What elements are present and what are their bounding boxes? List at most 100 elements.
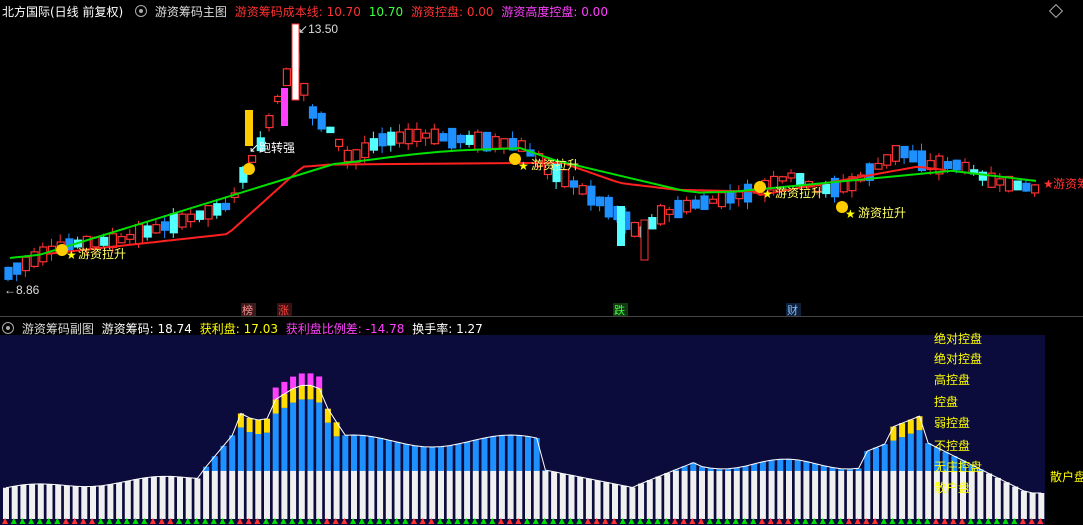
candlestick[interactable] (361, 135, 370, 163)
chips-bar (377, 438, 384, 519)
candlestick-highlight[interactable] (245, 23, 649, 261)
candlestick[interactable] (404, 123, 413, 150)
event-tag-die[interactable]: 跌 (613, 303, 628, 316)
candlestick[interactable] (900, 145, 909, 164)
signal-strong-label: 跑转强 (259, 140, 295, 155)
candlestick[interactable] (909, 144, 918, 163)
candlestick[interactable] (682, 196, 692, 215)
candlestick[interactable] (656, 203, 666, 226)
candlestick[interactable] (500, 138, 509, 154)
candlestick[interactable] (4, 266, 13, 282)
gear-icon[interactable] (135, 5, 148, 17)
candlestick[interactable] (465, 130, 474, 148)
candlestick[interactable] (352, 148, 361, 170)
candlestick[interactable] (674, 196, 683, 219)
candlestick[interactable] (709, 195, 718, 204)
candlestick[interactable] (1013, 180, 1022, 191)
candlestick[interactable] (787, 169, 796, 183)
candlestick[interactable] (204, 204, 213, 227)
candlestick[interactable] (1030, 184, 1040, 197)
candlestick[interactable] (883, 154, 892, 169)
candlestick[interactable] (152, 218, 161, 234)
candlestick[interactable] (378, 127, 387, 154)
candlestick[interactable] (578, 183, 587, 196)
candlestick[interactable] (161, 215, 170, 238)
signal-arrow-icon: ▲ (837, 516, 844, 525)
candlestick[interactable] (700, 192, 709, 211)
candlestick[interactable] (317, 111, 326, 132)
candlestick[interactable] (830, 175, 840, 203)
candlestick[interactable] (569, 176, 579, 195)
level-no-main: 无庄控盘 (934, 459, 982, 474)
candlestick[interactable] (978, 170, 988, 186)
candlestick[interactable] (117, 232, 126, 244)
candlestick[interactable] (395, 124, 405, 148)
svg-text:跌: 跌 (614, 303, 625, 316)
candlestick[interactable] (248, 154, 257, 163)
candlestick[interactable] (648, 214, 657, 230)
candlestick[interactable] (726, 184, 735, 210)
candlestick[interactable] (430, 123, 439, 146)
candlestick[interactable] (308, 104, 318, 126)
sub-chart-panel[interactable]: ▲ ▲ ▲ ▲ ▲ ▲ ▲ ▲ ▲ ▲ ▲ ▲ ▲ ▲ ▲ ▲ ▲ ▲ ▲ ▲ ▲ ▲ ▲ ▲ ▲ ▲ ▲ ▲ ▲ ▲ ▲ ▲ ▲ ▲ ▲ ▲ ▲ ▲ ▲ ▲… (0, 317, 1083, 525)
sub-indicator-name[interactable]: 游资筹码副图 (22, 322, 94, 336)
candlestick[interactable] (187, 208, 196, 228)
candlestick[interactable] (604, 194, 613, 220)
signal-arrow-icon: ▲ (568, 516, 575, 525)
candlestick[interactable] (456, 133, 465, 149)
candlestick[interactable] (691, 195, 700, 210)
candlestick[interactable] (178, 211, 187, 230)
candlestick[interactable] (778, 175, 787, 184)
candlestick[interactable] (30, 247, 39, 269)
candlestick[interactable] (326, 126, 335, 134)
candlestick[interactable] (987, 166, 996, 189)
candlestick[interactable] (413, 122, 422, 148)
candlestick[interactable] (439, 131, 448, 142)
chips-bar (159, 476, 166, 519)
candlestick[interactable] (387, 127, 396, 152)
candlestick[interactable] (282, 67, 291, 87)
candlestick[interactable] (595, 196, 605, 212)
main-chart-panel[interactable]: ↙13.50 ←8.86 ★ 游资拉升 ★ 游资拉升 ★ 游资拉升 ★ 游资拉升 (0, 0, 1083, 316)
candlestick[interactable] (735, 185, 744, 207)
candlestick[interactable] (126, 229, 135, 245)
signal-arrow-icon: ▲ (950, 516, 957, 525)
candlestick[interactable] (143, 222, 152, 241)
candlestick[interactable] (717, 191, 727, 210)
candlestick[interactable] (195, 210, 204, 223)
event-tag-bang[interactable]: 榜 (241, 303, 256, 316)
candlestick[interactable] (213, 199, 222, 219)
chips-bar (237, 413, 244, 519)
chips-bar (986, 473, 993, 519)
signal-arrow-icon: ▲ (802, 516, 809, 525)
candlestick[interactable] (848, 173, 857, 198)
signal-arrow-icon: ▲ (80, 516, 87, 525)
candlestick[interactable] (743, 179, 753, 210)
candlestick[interactable] (526, 143, 535, 157)
chips-bar (264, 418, 270, 519)
candlestick[interactable] (369, 131, 378, 154)
candlestick[interactable] (265, 113, 274, 132)
stock-name[interactable]: 北方国际(日线 前复权) (2, 5, 123, 19)
candlestick[interactable] (422, 129, 431, 146)
event-tag-cai[interactable]: 财 (786, 303, 801, 316)
candlestick[interactable] (630, 221, 640, 238)
candlestick[interactable] (935, 152, 944, 181)
gear-icon[interactable] (2, 322, 14, 334)
signal-arrow-icon: ▲ (376, 516, 383, 525)
candlestick[interactable] (335, 138, 344, 152)
candlestick[interactable] (274, 94, 283, 104)
candlestick[interactable] (665, 206, 674, 223)
main-chart-canvas[interactable]: ↙13.50 ←8.86 ★ 游资拉升 ★ 游资拉升 ★ 游资拉升 ★ 游资拉升 (0, 0, 1083, 316)
event-tag-zhang[interactable]: 涨 (277, 303, 292, 316)
candlestick[interactable] (448, 127, 457, 151)
candlestick[interactable] (874, 157, 883, 170)
sub-chart-canvas[interactable]: ▲ ▲ ▲ ▲ ▲ ▲ ▲ ▲ ▲ ▲ ▲ ▲ ▲ ▲ ▲ ▲ ▲ ▲ ▲ ▲ ▲ ▲ ▲ ▲ ▲ ▲ ▲ ▲ ▲ ▲ ▲ ▲ ▲ ▲ ▲ ▲ ▲ ▲ ▲ ▲… (0, 317, 1083, 525)
candlestick[interactable] (300, 82, 309, 102)
candlestick[interactable] (587, 179, 596, 211)
candlestick[interactable] (13, 262, 22, 282)
candlestick[interactable] (891, 145, 901, 166)
candlestick[interactable] (21, 254, 30, 277)
candlestick[interactable] (839, 174, 848, 194)
main-indicator-name[interactable]: 游资筹码主图 (155, 5, 227, 19)
